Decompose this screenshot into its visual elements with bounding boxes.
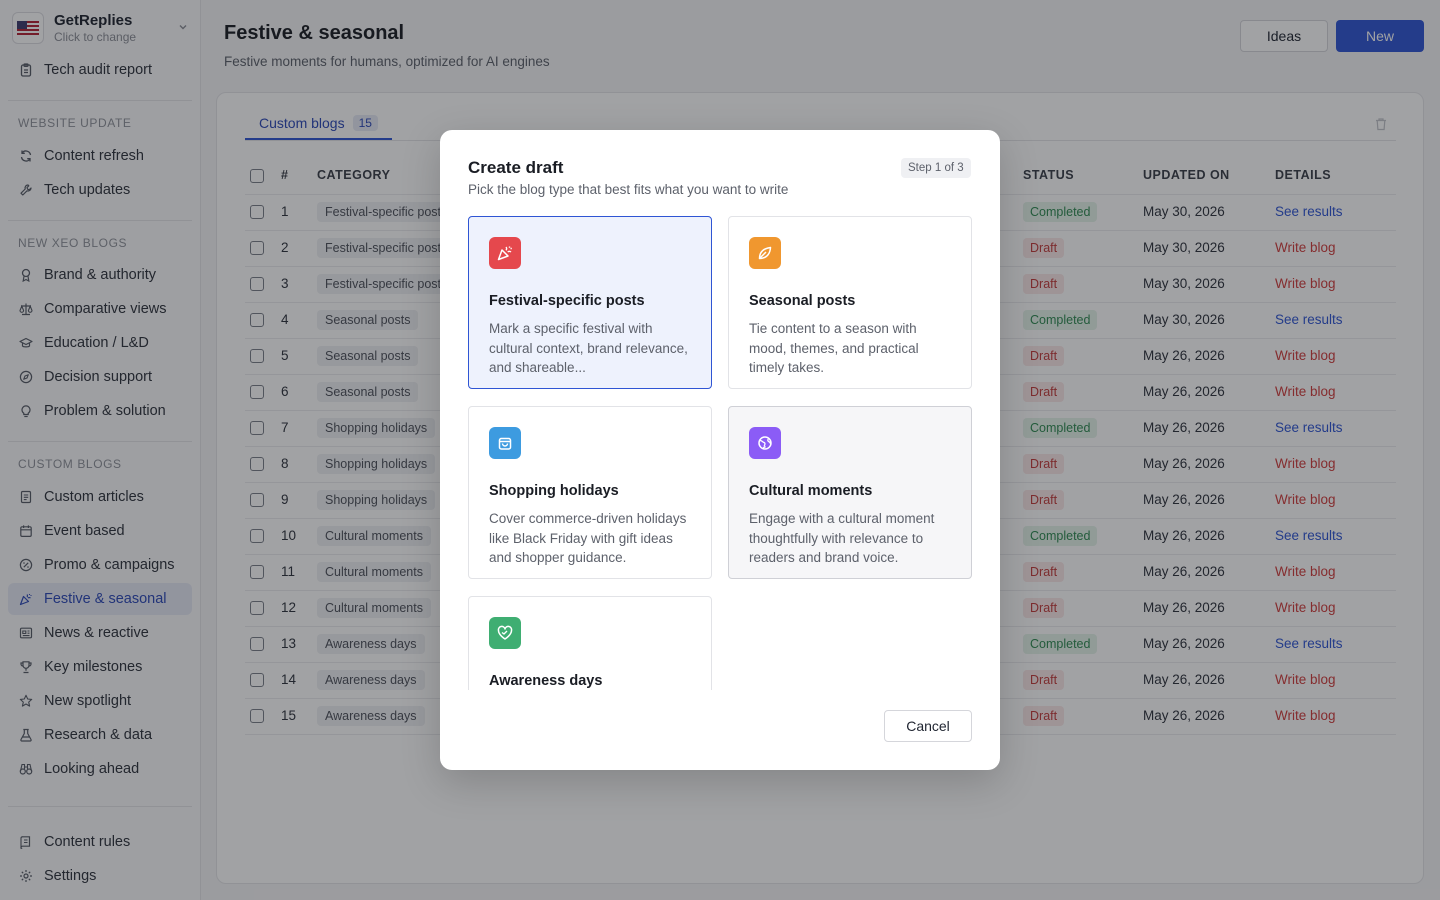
- option-description: Tie content to a season with mood, theme…: [749, 321, 919, 375]
- dialog-subtitle: Pick the blog type that best fits what y…: [468, 182, 789, 197]
- dialog-title: Create draft: [468, 158, 564, 177]
- option-title: Awareness days: [489, 673, 603, 689]
- shopping-bag-icon: [489, 427, 521, 459]
- cancel-button[interactable]: Cancel: [884, 710, 972, 742]
- globe-icon: [749, 427, 781, 459]
- option-description: Cover commerce-driven holidays like Blac…: [489, 511, 687, 565]
- option-title: Cultural moments: [749, 483, 873, 499]
- leaf-icon: [749, 237, 781, 269]
- party-popper-icon: [489, 237, 521, 269]
- option-description: Engage with a cultural moment thoughtful…: [749, 511, 935, 565]
- step-badge: Step 1 of 3: [901, 158, 971, 178]
- option-seasonal-posts[interactable]: Seasonal posts Tie content to a season w…: [728, 216, 972, 389]
- option-title: Shopping holidays: [489, 483, 619, 499]
- option-awareness-days[interactable]: Awareness days: [468, 596, 712, 690]
- option-shopping-holidays[interactable]: Shopping holidays Cover commerce-driven …: [468, 406, 712, 579]
- option-cultural-moments[interactable]: Cultural moments Engage with a cultural …: [728, 406, 972, 579]
- option-title: Festival-specific posts: [489, 293, 645, 309]
- option-festival-specific-posts[interactable]: Festival-specific posts Mark a specific …: [468, 216, 712, 389]
- blog-type-options[interactable]: Festival-specific posts Mark a specific …: [468, 216, 972, 690]
- option-title: Seasonal posts: [749, 293, 856, 309]
- create-draft-dialog: Create draft Pick the blog type that bes…: [440, 130, 1000, 770]
- option-description: Mark a specific festival with cultural c…: [489, 321, 688, 375]
- heart-handshake-icon: [489, 617, 521, 649]
